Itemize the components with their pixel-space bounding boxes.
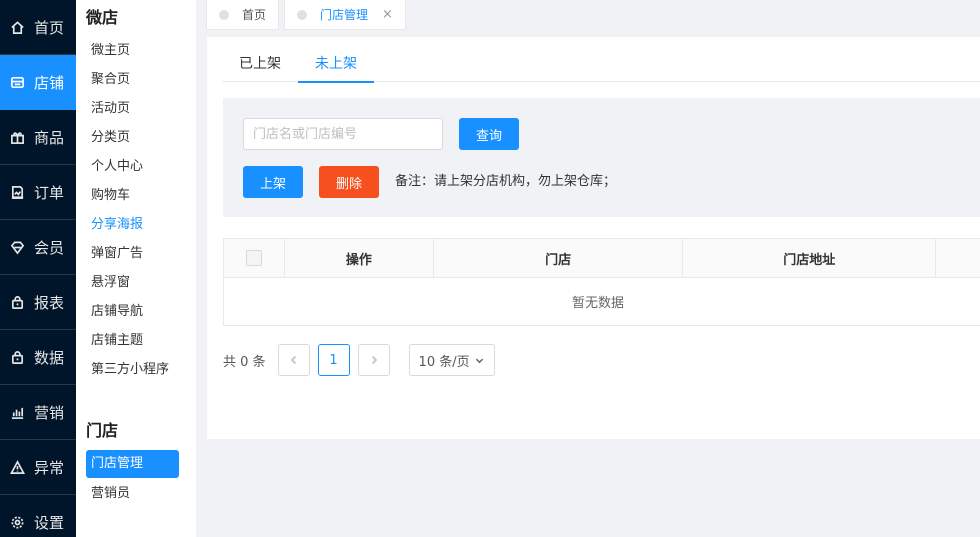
submenu-item-category[interactable]: 分类页 [76,123,196,152]
page-number-button[interactable]: 1 [317,344,350,376]
nav-item-label: 数据 [34,348,65,367]
select-all-cell [224,239,285,277]
tab-listed[interactable]: 已上架 [222,37,298,82]
page-tabs-bar: 首页 门店管理 × [206,0,411,30]
submenu-item-floating-window[interactable]: 悬浮窗 [76,268,196,297]
column-header-store: 门店 [434,239,684,277]
order-icon [8,183,26,201]
gear-icon [8,513,26,531]
submenu-item-aggregate[interactable]: 聚合页 [76,65,196,94]
nav-item-label: 报表 [34,293,65,312]
prev-page-button[interactable] [277,344,310,376]
submenu-item-micro-home[interactable]: 微主页 [76,36,196,65]
tab-unlisted[interactable]: 未上架 [298,37,374,83]
nav-item-member[interactable]: 会员 [0,220,76,275]
nav-item-store[interactable]: 店铺 [0,55,76,110]
page-tab-label: 首页 [242,8,267,22]
page-tab-label: 门店管理 [320,8,369,22]
empty-state: 暂无数据 [571,296,624,311]
column-header-extra [936,239,980,277]
submenu-section-title: 微店 [86,8,119,27]
nav-item-label: 首页 [34,18,65,37]
search-input[interactable] [243,118,443,150]
submenu: 微店 微主页 聚合页 活动页 分类页 个人中心 购物车 分享海报 弹窗广告 悬浮… [76,0,196,537]
nav-item-label: 会员 [34,238,65,257]
submenu-item-salesperson[interactable]: 营销员 [76,479,196,508]
submenu-section-title: 门店 [86,421,119,440]
nav-item-home[interactable]: 首页 [0,0,76,55]
submenu-item-store-management[interactable]: 门店管理 [86,450,179,478]
chevron-down-icon [475,358,483,363]
warning-icon [8,458,26,476]
submenu-item-store-nav[interactable]: 店铺导航 [76,297,196,326]
delete-button[interactable]: 删除 [319,166,379,198]
submenu-item-personal-center[interactable]: 个人中心 [76,152,196,181]
page-size-select[interactable]: 10 条/页 [408,344,495,376]
submenu-item-popup-ad[interactable]: 弹窗广告 [76,239,196,268]
submenu-item-activity[interactable]: 活动页 [76,94,196,123]
page-size-label: 10 条/页 [418,354,470,370]
main-nav: 首页 店铺 商品 订单 会员 报表 数据 营销 异常 设置 [0,0,76,537]
nav-item-label: 异常 [34,458,65,477]
table-header: 操作 门店 门店地址 [224,239,980,278]
filter-area: 查询 上架 删除 备注：请上架分店机构，勿上架仓库； [223,98,980,217]
diamond-icon [8,238,26,256]
nav-item-marketing[interactable]: 营销 [0,385,76,440]
bag-icon [8,348,26,366]
submenu-item-cart[interactable]: 购物车 [76,181,196,210]
nav-item-label: 营销 [34,403,65,422]
query-button[interactable]: 查询 [459,118,519,150]
home-icon [8,18,26,36]
status-tabs: 已上架 未上架 [222,37,980,83]
select-all-checkbox[interactable] [245,250,262,266]
nav-item-label: 订单 [34,183,65,202]
tab-dot-icon [297,9,308,20]
nav-item-order[interactable]: 订单 [0,165,76,220]
nav-item-label: 商品 [34,128,65,147]
next-page-button[interactable] [357,344,390,376]
submenu-item-share-poster[interactable]: 分享海报 [76,210,196,239]
chevron-right-icon [371,355,377,365]
nav-item-label: 设置 [34,513,65,532]
nav-item-label: 店铺 [34,73,65,92]
store-table: 操作 门店 门店地址 暂无数据 [223,238,980,326]
nav-item-report[interactable]: 报表 [0,275,76,330]
pagination: 共 0 条 1 10 条/页 [223,344,495,376]
note-text: 备注：请上架分店机构，勿上架仓库； [395,174,617,189]
submenu-item-mini-program[interactable]: 第三方小程序 [76,355,196,384]
store-icon [8,73,26,91]
shelve-button[interactable]: 上架 [243,166,303,198]
bag-icon [8,293,26,311]
gift-icon [8,128,26,146]
close-icon[interactable]: × [382,7,393,22]
page-tab-store-management[interactable]: 门店管理 × [284,0,406,30]
main-panel: 已上架 未上架 查询 上架 删除 备注：请上架分店机构，勿上架仓库； 操作 门店… [207,37,980,439]
nav-item-goods[interactable]: 商品 [0,110,76,165]
chevron-left-icon [290,355,296,365]
nav-item-exception[interactable]: 异常 [0,440,76,495]
bar-chart-icon [8,403,26,421]
column-header-action: 操作 [285,239,434,277]
page-tab-home[interactable]: 首页 [206,0,280,30]
tab-dot-icon [219,9,229,20]
total-count: 共 0 条 [223,354,266,370]
column-header-address: 门店地址 [683,239,937,277]
nav-item-data[interactable]: 数据 [0,330,76,385]
submenu-item-store-theme[interactable]: 店铺主题 [76,326,196,355]
nav-item-settings[interactable]: 设置 [0,495,76,537]
